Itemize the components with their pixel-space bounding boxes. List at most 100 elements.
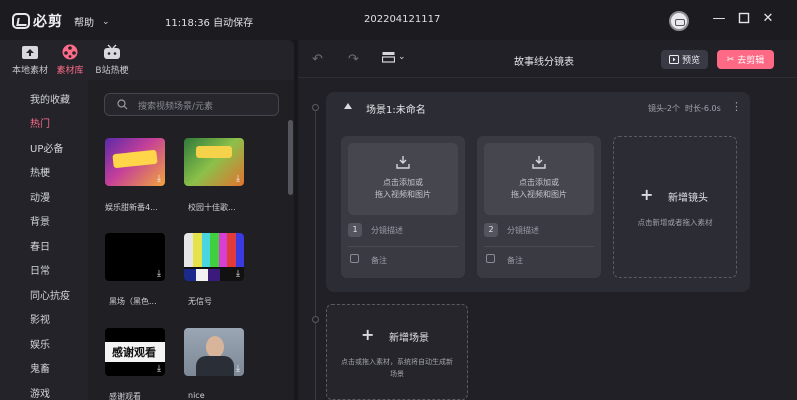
tab-label: 本地素材 (11, 66, 48, 76)
plus-icon: + (640, 185, 654, 204)
material-label-3: 黑场（黑色... (109, 297, 157, 306)
logo-text: 必剪 (33, 14, 63, 30)
add-scene-hint-line2: 场景 (390, 370, 404, 378)
minimize-icon[interactable]: — (712, 12, 726, 26)
shot-number: 2 (484, 223, 498, 237)
category-item-spring[interactable]: 春日 (30, 238, 50, 253)
tab-bilibili-memes[interactable]: B站热梗 (88, 44, 136, 76)
drop-hint-line2: 拖入视频和图片 (511, 190, 567, 199)
thumb-overlay-text: 感谢观看 (112, 346, 156, 359)
category-item-entertainment[interactable]: 娱乐 (30, 336, 50, 351)
download-icon[interactable]: ⤓ (236, 364, 240, 374)
color-bars-image (184, 233, 244, 281)
add-scene-button[interactable]: + 新增场景 点击或拖入素材，系统将自动生成新 场景 (326, 304, 468, 400)
bilibili-tv-icon (104, 44, 120, 59)
material-label-4: 无信号 (188, 297, 212, 306)
scene-title[interactable]: 场景1:未命名 (366, 101, 426, 116)
download-icon[interactable]: ⤓ (236, 269, 240, 279)
shot-note[interactable]: 备注 (371, 255, 387, 266)
download-icon[interactable]: ⤓ (236, 174, 240, 184)
upload-icon (22, 46, 38, 59)
close-icon[interactable]: ✕ (761, 12, 775, 26)
shot-description[interactable]: 分镜描述 (371, 225, 403, 236)
material-thumb-3[interactable]: ⤓ (105, 233, 165, 281)
search-input[interactable]: 搜索视频场景/元素 (104, 93, 279, 116)
material-label-6: nice (188, 391, 205, 400)
category-item-favorites[interactable]: 我的收藏 (30, 91, 70, 106)
storyboard-panel: ↶ ↷ ⌄ 故事线分镜表 预览 ✂ 去剪辑 场景1:未命名 镜头-2个 时长-6… (298, 40, 797, 400)
category-item-background[interactable]: 背景 (30, 213, 50, 228)
divider (348, 246, 458, 247)
material-label-2: 校园十佳歌... (188, 203, 236, 212)
layout-toggle[interactable]: ⌄ (382, 51, 406, 63)
scene-header[interactable]: 场景1:未命名 镜头-2个 时长-6.0s ⋮ (326, 92, 750, 122)
shot-note[interactable]: 备注 (507, 255, 523, 266)
material-thumb-2[interactable]: ⤓ (184, 138, 244, 186)
redo-icon[interactable]: ↷ (348, 52, 359, 67)
category-item-up-essentials[interactable]: UP必备 (30, 140, 63, 155)
category-item-kichiku[interactable]: 鬼畜 (30, 360, 50, 375)
shot-drop-zone[interactable]: 点击添加或 拖入视频和图片 (484, 143, 594, 215)
shot-number: 1 (348, 223, 362, 237)
app-logo: 必剪 (12, 11, 63, 31)
import-icon (532, 156, 546, 169)
download-icon[interactable]: ⤓ (157, 174, 161, 184)
shot-drop-zone[interactable]: 点击添加或 拖入视频和图片 (348, 143, 458, 215)
drop-hint-line1: 点击添加或 (383, 178, 423, 187)
more-options-icon[interactable]: ⋮ (731, 100, 742, 113)
note-icon (486, 254, 495, 263)
category-list: 我的收藏 热门 UP必备 热梗 动漫 背景 春日 日常 同心抗疫 影视 娱乐 鬼… (0, 80, 88, 400)
go-edit-button[interactable]: ✂ 去剪辑 (717, 50, 774, 69)
download-icon[interactable]: ⤓ (157, 364, 161, 374)
category-item-anti-epidemic[interactable]: 同心抗疫 (30, 287, 70, 302)
scissors-icon: ✂ (726, 54, 735, 65)
timeline-node (312, 104, 319, 111)
storyboard-toolbar: ↶ ↷ ⌄ 故事线分镜表 预览 ✂ 去剪辑 (298, 40, 797, 78)
maximize-icon[interactable] (737, 12, 751, 26)
shot-card-1: 点击添加或 拖入视频和图片 1 分镜描述 备注 (341, 136, 465, 278)
save-status: 11:18:36 自动保存 (165, 18, 254, 29)
material-panel: 搜索视频场景/元素 ⤓ 娱乐甜新番4... ⤓ 校园十佳歌... ⤓ 黑场（黑色… (88, 80, 294, 400)
help-menu[interactable]: 帮助 ⌄ (74, 14, 110, 30)
go-edit-label: 去剪辑 (737, 56, 765, 66)
scene-duration: 时长-6.0s (685, 104, 721, 113)
category-item-anime[interactable]: 动漫 (30, 189, 50, 204)
bijian-logo-icon (12, 13, 30, 29)
category-item-film[interactable]: 影视 (30, 311, 50, 326)
category-item-games[interactable]: 游戏 (30, 385, 50, 400)
scrollbar[interactable] (288, 120, 293, 195)
add-shot-label: 新增镜头 (668, 193, 708, 204)
shot-description[interactable]: 分镜描述 (507, 225, 539, 236)
search-icon (117, 99, 128, 110)
category-item-daily[interactable]: 日常 (30, 262, 50, 277)
undo-icon[interactable]: ↶ (312, 52, 323, 67)
add-shot-hint: 点击新增或者拖入素材 (637, 218, 713, 227)
storyboard-title: 故事线分镜表 (514, 57, 574, 68)
download-icon[interactable]: ⤓ (157, 269, 161, 279)
user-avatar[interactable] (669, 11, 689, 31)
material-label-5: 感谢观看 (109, 392, 141, 400)
help-label: 帮助 (74, 18, 94, 29)
category-item-memes[interactable]: 热梗 (30, 164, 50, 179)
tab-label: B站热梗 (95, 66, 129, 76)
import-icon (396, 156, 410, 169)
scene-shot-count: 镜头-2个 (648, 104, 680, 113)
chevron-down-icon: ⌄ (102, 16, 110, 27)
tab-material-library[interactable]: 素材库 (46, 44, 94, 76)
material-thumb-5[interactable]: 感谢观看 ⤓ (105, 328, 165, 376)
material-thumb-6[interactable]: ⤓ (184, 328, 244, 376)
material-source-tabs: 本地素材 素材库 B站热梗 (0, 40, 294, 80)
collapse-icon[interactable] (344, 103, 352, 109)
drop-hint-line2: 拖入视频和图片 (375, 190, 431, 199)
preview-icon (668, 55, 679, 64)
material-thumb-4[interactable]: ⤓ (184, 233, 244, 281)
add-shot-button[interactable]: + 新增镜头 点击新增或者拖入素材 (613, 136, 737, 278)
project-name[interactable]: 202204121117 (364, 14, 440, 25)
plus-icon: + (361, 325, 375, 344)
add-scene-label: 新增场景 (389, 333, 429, 344)
material-thumb-1[interactable]: ⤓ (105, 138, 165, 186)
film-reel-icon (62, 44, 78, 60)
preview-button[interactable]: 预览 (661, 50, 708, 69)
category-item-hot[interactable]: 热门 (30, 115, 50, 130)
preview-label: 预览 (681, 56, 700, 66)
